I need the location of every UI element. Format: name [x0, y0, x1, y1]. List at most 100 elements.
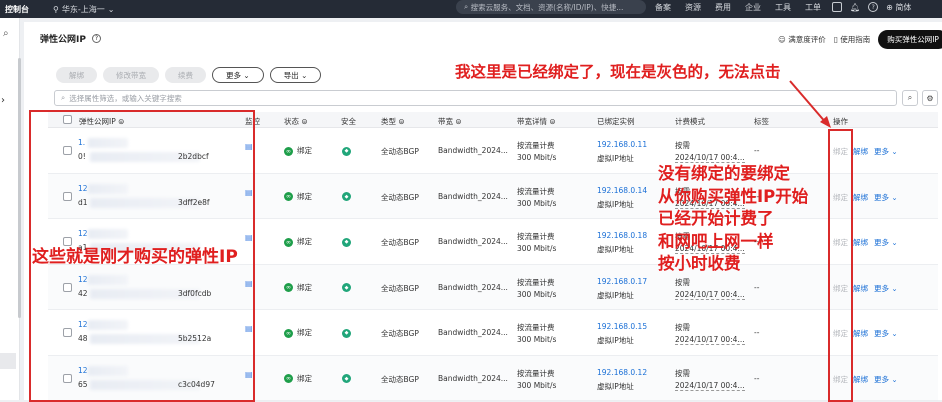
table-row[interactable]: 12 42 3df0fcdb ▤ ∞ 绑定 ◆ 全动态BGP Bandwidth_… [48, 264, 938, 310]
nav-resources[interactable]: 资源 [685, 2, 701, 13]
bind-button-disabled[interactable]: 绑定 [833, 237, 848, 248]
bind-button-disabled[interactable]: 绑定 [833, 283, 848, 294]
bind-button-disabled[interactable]: 绑定 [833, 146, 848, 157]
more-actions-dropdown[interactable]: 更多 ⌄ [874, 374, 898, 385]
redacted-ip [88, 229, 128, 239]
nav-tickets[interactable]: 工单 [805, 2, 821, 13]
col-status[interactable]: 状态 ⊜ [284, 116, 308, 127]
table-row[interactable]: 12 a1 ▤ ∞ 绑定 ◆ 全动态BGP Bandwidth_2024... 按… [48, 219, 938, 265]
search-icon[interactable]: ⌕ [3, 28, 9, 39]
type-cell: 全动态BGP [381, 329, 419, 338]
col-bandwidth[interactable]: 带宽 ⊜ [438, 116, 462, 127]
monitor-chart-icon[interactable]: ▤ [245, 324, 253, 333]
row-checkbox[interactable] [63, 282, 72, 292]
region-selector[interactable]: ⚲ 华东-上海一 ⌄ [53, 4, 114, 15]
unbind-link[interactable]: 解绑 [853, 237, 868, 248]
row-checkbox[interactable] [63, 328, 72, 337]
modify-bandwidth-button[interactable]: 修改带宽 [103, 67, 159, 83]
status-label: 绑定 [297, 237, 312, 246]
help-circle-icon[interactable]: ? [91, 34, 101, 43]
search-icon: ⌕ [464, 2, 471, 11]
guide-link[interactable]: ▯ 使用指南 [834, 34, 871, 45]
console-title[interactable]: 控制台 [5, 4, 49, 15]
eip-address-link[interactable]: 12 [78, 229, 88, 238]
bound-type: 虚拟IP地址 [597, 336, 634, 345]
table-row[interactable]: 1. 0! 2b2dbcf ▤ ∞ 绑定 ◆ 全动态BGP Bandwidth_2… [48, 128, 938, 174]
unbind-link[interactable]: 解绑 [853, 192, 868, 203]
nav-billing[interactable]: 费用 [715, 2, 731, 13]
monitor-chart-icon[interactable]: ▤ [245, 370, 253, 379]
sidebar-scrollbar[interactable] [18, 58, 21, 318]
eip-address-link[interactable]: 1. [78, 138, 85, 147]
help-icon[interactable]: ? [868, 2, 879, 12]
more-actions-dropdown[interactable]: 更多 ⌄ [874, 192, 898, 203]
bind-button-disabled[interactable]: 绑定 [833, 374, 848, 385]
col-eip[interactable]: 弹性公网IP ⊜ [79, 116, 124, 127]
expand-sidebar-icon[interactable]: › [1, 95, 5, 106]
more-actions-dropdown[interactable]: 更多 ⌄ [874, 328, 898, 339]
filter-search-input[interactable]: ⌕ 选择属性筛选，或输入关键字搜索 [54, 90, 897, 106]
type-cell: 全动态BGP [381, 238, 419, 247]
bell-icon[interactable]: 🔔︎ [850, 3, 860, 12]
terminal-icon[interactable] [832, 2, 842, 12]
feedback-link[interactable]: ☺ 满意度评价 [778, 34, 826, 45]
unbind-link[interactable]: 解绑 [853, 283, 868, 294]
bound-instance-link[interactable]: 192.168.0.14 [597, 186, 647, 195]
renew-button[interactable]: 续费 [165, 67, 206, 83]
col-type[interactable]: 类型 ⊜ [381, 116, 405, 127]
more-dropdown[interactable]: 更多 ⌄ [212, 67, 264, 83]
eip-address-link[interactable]: 12 [78, 275, 88, 284]
table-row[interactable]: 12 d1 3dff2e8f ▤ ∞ 绑定 ◆ 全动态BGP Bandwidth_… [48, 173, 938, 219]
eip-address-link[interactable]: 12 [78, 320, 88, 329]
bind-button-disabled[interactable]: 绑定 [833, 192, 848, 203]
bw-speed: 300 Mbit/s [517, 244, 557, 253]
settings-button[interactable]: ⚙ [922, 90, 938, 106]
chevron-down-icon: ⌄ [301, 70, 308, 80]
bound-instance-link[interactable]: 192.168.0.17 [597, 277, 647, 286]
safe-cell: ◆ [342, 191, 351, 201]
more-actions-dropdown[interactable]: 更多 ⌄ [874, 237, 898, 248]
table-row[interactable]: 12 48 5b2512a ▤ ∞ 绑定 ◆ 全动态BGP Bandwidth_2… [48, 310, 938, 356]
bound-instance-link[interactable]: 192.168.0.12 [597, 368, 647, 377]
unbind-link[interactable]: 解绑 [853, 374, 868, 385]
bound-instance-link[interactable]: 192.168.0.11 [597, 140, 647, 149]
bound-instance-link[interactable]: 192.168.0.15 [597, 322, 647, 331]
more-actions-label: 更多 [874, 329, 889, 338]
monitor-chart-icon[interactable]: ▤ [245, 279, 253, 288]
unbind-link[interactable]: 解绑 [853, 328, 868, 339]
global-search-input[interactable]: ⌕ 搜索云服务、文档、资源(名称/ID/IP)、快捷... [456, 0, 646, 14]
export-dropdown[interactable]: 导出 ⌄ [269, 67, 322, 83]
bind-button-disabled[interactable]: 绑定 [833, 328, 848, 339]
bandwidth-name: Bandwidth_2024... [438, 191, 508, 201]
bw-speed: 300 Mbit/s [517, 153, 557, 162]
bound-instance-link[interactable]: 192.168.0.18 [597, 231, 647, 240]
unbind-link[interactable]: 解绑 [853, 146, 868, 157]
row-checkbox[interactable] [63, 237, 72, 246]
nav-enterprise[interactable]: 企业 [745, 2, 761, 13]
eip-address-link[interactable]: 12 [78, 184, 88, 193]
more-actions-dropdown[interactable]: 更多 ⌄ [874, 146, 898, 157]
sidebar-active-item[interactable] [0, 353, 16, 369]
monitor-chart-icon[interactable]: ▤ [245, 188, 253, 197]
bound-type: 虚拟IP地址 [597, 290, 634, 300]
search-button[interactable]: ⌕ [902, 90, 918, 106]
col-bw-detail[interactable]: 带宽详情 ⊜ [517, 116, 556, 127]
nav-beian[interactable]: 备案 [655, 2, 671, 13]
row-checkbox[interactable] [63, 191, 72, 201]
nav-tools[interactable]: 工具 [775, 2, 791, 13]
buy-eip-button[interactable]: 购买弹性公网IP [878, 30, 942, 49]
table-row[interactable]: 12 65 c3c04d97 ▤ ∞ 绑定 ◆ 全动态BGP Bandwidth_… [48, 355, 938, 401]
row-checkbox[interactable] [63, 146, 72, 155]
eip-address-link[interactable]: 12 [78, 366, 88, 375]
language-switch[interactable]: ⊕ 简体 [886, 2, 911, 13]
status-cell: ∞ 绑定 [284, 327, 312, 338]
bw-mode: 按流量计费 [517, 323, 555, 332]
row-checkbox[interactable] [63, 373, 72, 383]
unbind-button[interactable]: 解绑 [56, 67, 97, 83]
monitor-chart-icon[interactable]: ▤ [245, 233, 253, 242]
monitor-chart-icon[interactable]: ▤ [245, 142, 253, 151]
status-cell: ∞ 绑定 [284, 373, 312, 384]
more-actions-dropdown[interactable]: 更多 ⌄ [874, 283, 898, 294]
select-all-checkbox[interactable] [63, 115, 72, 124]
chevron-down-icon: ⌄ [891, 238, 898, 247]
